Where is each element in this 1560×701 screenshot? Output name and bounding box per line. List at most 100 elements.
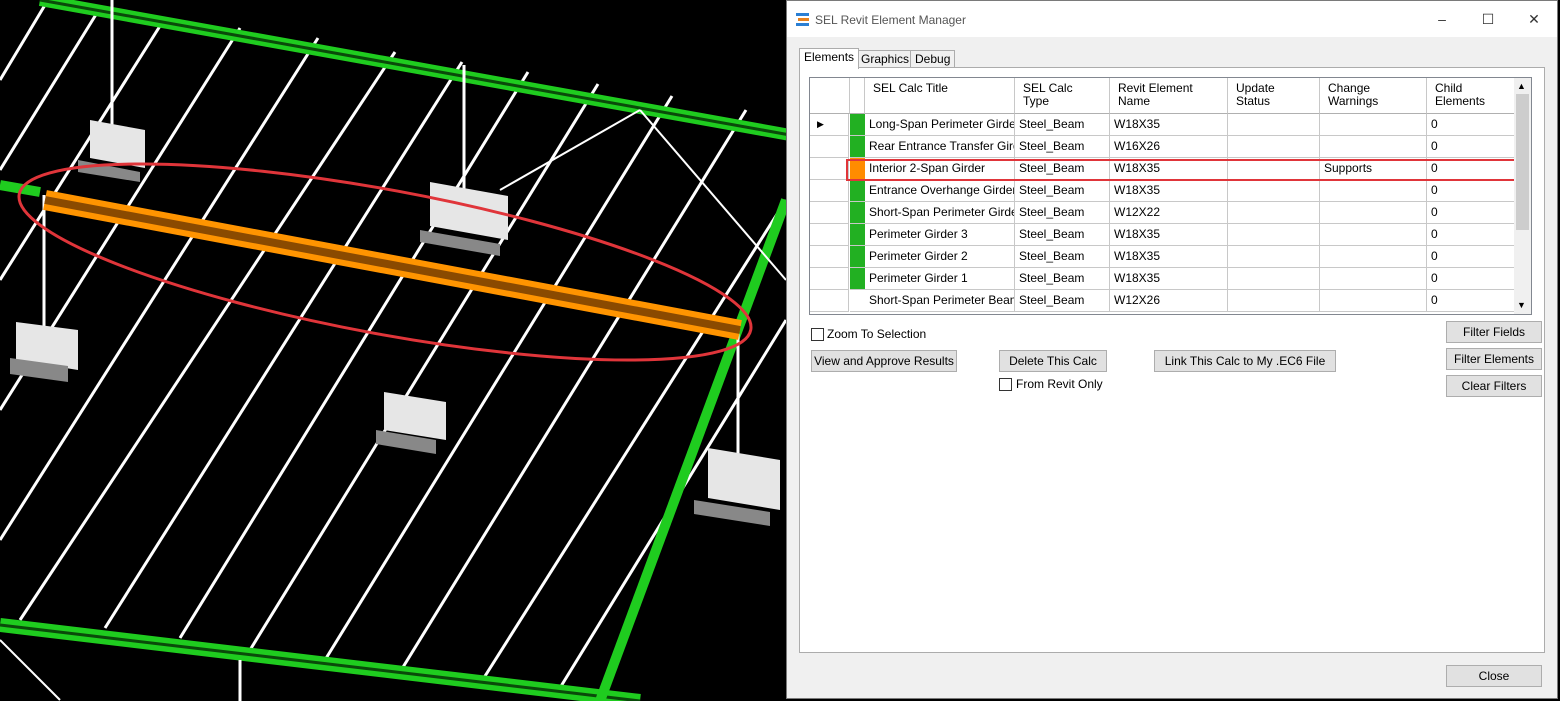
cell-type[interactable]: Steel_Beam	[1015, 114, 1110, 136]
cell-title[interactable]: Short-Span Perimeter Girder	[865, 202, 1015, 224]
filter-fields-button[interactable]: Filter Fields	[1446, 321, 1542, 343]
cell-change-warnings[interactable]	[1320, 246, 1427, 268]
filter-elements-button[interactable]: Filter Elements	[1446, 348, 1542, 370]
cell-change-warnings[interactable]	[1320, 136, 1427, 158]
cell-element-name[interactable]: W12X22	[1110, 202, 1228, 224]
cell-change-warnings[interactable]	[1320, 180, 1427, 202]
cell-title[interactable]: Long-Span Perimeter Girder	[865, 114, 1015, 136]
cell-title[interactable]: Rear Entrance Transfer Girder	[865, 136, 1015, 158]
zoom-to-selection-checkbox[interactable]	[811, 328, 824, 341]
cell-element-name[interactable]: W12X26	[1110, 290, 1228, 312]
row-header[interactable]	[810, 224, 849, 246]
cell-type[interactable]: Steel_Beam	[1015, 290, 1110, 312]
cell-update-status[interactable]	[1228, 246, 1320, 268]
table-row[interactable]: Perimeter Girder 3 Steel_Beam W18X35 0	[810, 224, 1524, 246]
clear-filters-button[interactable]: Clear Filters	[1446, 375, 1542, 397]
cell-update-status[interactable]	[1228, 202, 1320, 224]
table-row[interactable]: ▶ Long-Span Perimeter Girder Steel_Beam W18…	[810, 114, 1524, 136]
cell-element-name[interactable]: W18X35	[1110, 114, 1228, 136]
view-approve-results-button[interactable]: View and Approve Results	[811, 350, 957, 372]
cell-type[interactable]: Steel_Beam	[1015, 224, 1110, 246]
scroll-thumb[interactable]	[1516, 94, 1529, 230]
cell-update-status[interactable]	[1228, 114, 1320, 136]
scroll-up-icon[interactable]: ▲	[1517, 81, 1526, 91]
cell-update-status[interactable]	[1228, 224, 1320, 246]
link-calc-button[interactable]: Link This Calc to My .EC6 File	[1154, 350, 1336, 372]
tab-graphics[interactable]: Graphics	[856, 50, 915, 68]
column-header-title[interactable]: SEL Calc Title	[865, 78, 1015, 114]
column-header-child-elements[interactable]: Child Elements	[1427, 78, 1524, 114]
cell-child-elements[interactable]: 0	[1427, 268, 1524, 290]
table-row[interactable]: Perimeter Girder 1 Steel_Beam W18X35 0	[810, 268, 1524, 290]
column-header-type[interactable]: SEL Calc Type	[1015, 78, 1110, 114]
cell-type[interactable]: Steel_Beam	[1015, 202, 1110, 224]
cell-title[interactable]: Perimeter Girder 2	[865, 246, 1015, 268]
zoom-to-selection-label: Zoom To Selection	[827, 327, 927, 341]
column-header-update-status[interactable]: Update Status	[1228, 78, 1320, 114]
cell-update-status[interactable]	[1228, 290, 1320, 312]
scroll-down-icon[interactable]: ▼	[1517, 300, 1526, 310]
grid-vertical-scrollbar[interactable]: ▲ ▼	[1514, 78, 1531, 314]
cell-type[interactable]: Steel_Beam	[1015, 268, 1110, 290]
cell-type[interactable]: Steel_Beam	[1015, 158, 1110, 180]
row-header[interactable]	[810, 180, 849, 202]
cell-element-name[interactable]: W16X26	[1110, 136, 1228, 158]
delete-calc-button[interactable]: Delete This Calc	[999, 350, 1107, 372]
from-revit-only-label: From Revit Only	[1016, 377, 1103, 391]
table-row[interactable]: Interior 2-Span Girder Steel_Beam W18X35 Su…	[810, 158, 1524, 180]
row-header[interactable]	[810, 290, 849, 312]
table-row[interactable]: Perimeter Girder 2 Steel_Beam W18X35 0	[810, 246, 1524, 268]
cell-title[interactable]: Perimeter Girder 1	[865, 268, 1015, 290]
table-row[interactable]: Short-Span Perimeter Beam 1 Steel_Beam W12…	[810, 290, 1524, 312]
cell-child-elements[interactable]: 0	[1427, 114, 1524, 136]
minimize-icon[interactable]: –	[1431, 9, 1453, 29]
cell-child-elements[interactable]: 0	[1427, 136, 1524, 158]
cell-change-warnings[interactable]	[1320, 290, 1427, 312]
row-header[interactable]	[810, 202, 849, 224]
row-header[interactable]	[810, 268, 849, 290]
cell-child-elements[interactable]: 0	[1427, 158, 1524, 180]
table-row[interactable]: Short-Span Perimeter Girder Steel_Beam W12…	[810, 202, 1524, 224]
cell-change-warnings[interactable]	[1320, 114, 1427, 136]
cell-update-status[interactable]	[1228, 268, 1320, 290]
cell-child-elements[interactable]: 0	[1427, 202, 1524, 224]
cell-element-name[interactable]: W18X35	[1110, 268, 1228, 290]
cell-element-name[interactable]: W18X35	[1110, 158, 1228, 180]
cell-child-elements[interactable]: 0	[1427, 180, 1524, 202]
cell-update-status[interactable]	[1228, 180, 1320, 202]
column-header-change-warnings[interactable]: Change Warnings	[1320, 78, 1427, 114]
row-header[interactable]	[810, 158, 849, 180]
cell-child-elements[interactable]: 0	[1427, 224, 1524, 246]
cell-element-name[interactable]: W18X35	[1110, 246, 1228, 268]
cell-change-warnings[interactable]	[1320, 202, 1427, 224]
cell-change-warnings[interactable]: Supports	[1320, 158, 1427, 180]
cell-child-elements[interactable]: 0	[1427, 246, 1524, 268]
cell-type[interactable]: Steel_Beam	[1015, 136, 1110, 158]
cell-element-name[interactable]: W18X35	[1110, 180, 1228, 202]
row-header[interactable]	[810, 246, 849, 268]
cell-type[interactable]: Steel_Beam	[1015, 180, 1110, 202]
cell-element-name[interactable]: W18X35	[1110, 224, 1228, 246]
table-row[interactable]: Entrance Overhange Girder Steel_Beam W18X3…	[810, 180, 1524, 202]
maximize-icon[interactable]: ☐	[1477, 9, 1499, 29]
elements-grid[interactable]: SEL Calc Title SEL Calc Type Revit Eleme…	[809, 77, 1532, 315]
tab-elements[interactable]: Elements	[799, 48, 860, 69]
cell-title[interactable]: Entrance Overhange Girder	[865, 180, 1015, 202]
cell-type[interactable]: Steel_Beam	[1015, 246, 1110, 268]
cell-update-status[interactable]	[1228, 158, 1320, 180]
cell-update-status[interactable]	[1228, 136, 1320, 158]
from-revit-only-checkbox[interactable]	[999, 378, 1012, 391]
close-button[interactable]: Close	[1446, 665, 1542, 687]
cell-title[interactable]: Interior 2-Span Girder	[865, 158, 1015, 180]
row-header[interactable]: ▶	[810, 114, 849, 136]
cell-change-warnings[interactable]	[1320, 224, 1427, 246]
cell-child-elements[interactable]: 0	[1427, 290, 1524, 312]
close-window-icon[interactable]: ✕	[1523, 9, 1545, 29]
table-row[interactable]: Rear Entrance Transfer Girder Steel_Beam W…	[810, 136, 1524, 158]
cell-title[interactable]: Short-Span Perimeter Beam 1	[865, 290, 1015, 312]
row-header[interactable]	[810, 136, 849, 158]
cell-change-warnings[interactable]	[1320, 268, 1427, 290]
column-header-element-name[interactable]: Revit Element Name	[1110, 78, 1228, 114]
tab-debug[interactable]: Debug	[910, 50, 956, 68]
cell-title[interactable]: Perimeter Girder 3	[865, 224, 1015, 246]
